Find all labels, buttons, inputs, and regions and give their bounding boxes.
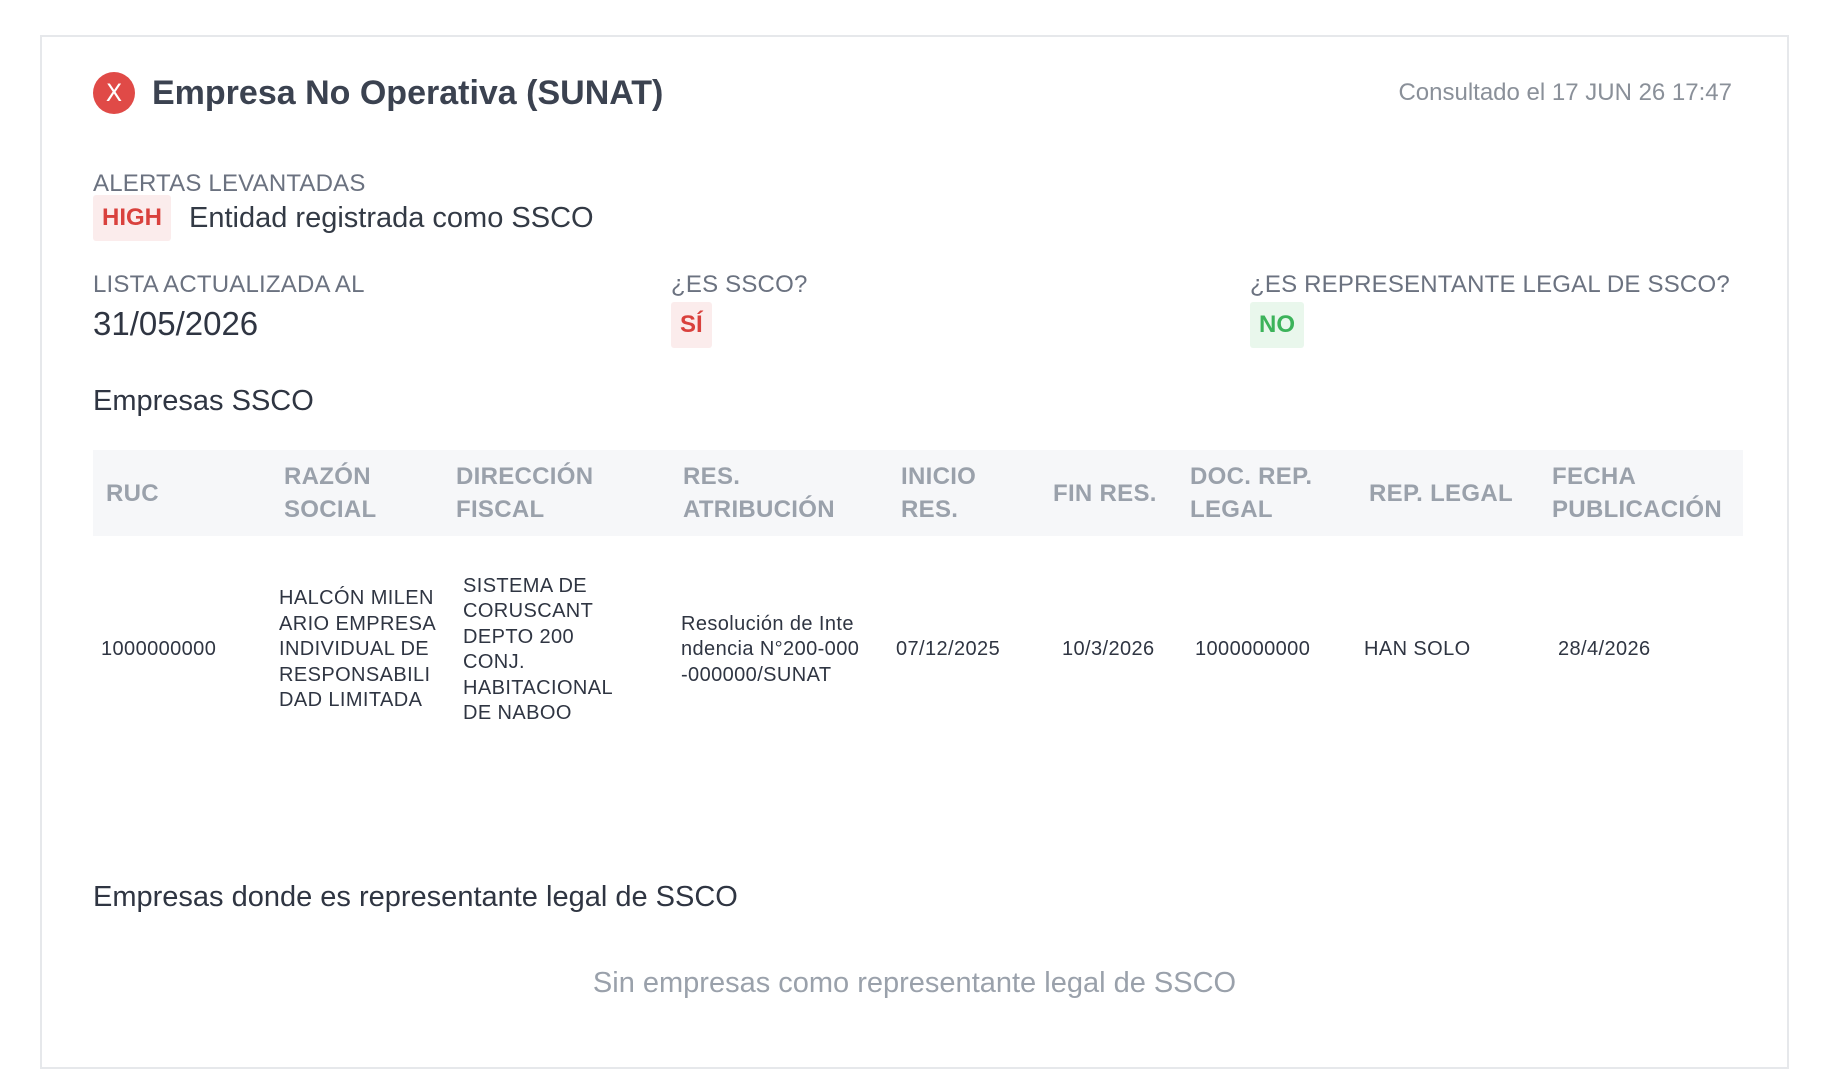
x-circle-icon: X [93, 72, 135, 114]
list-updated-value: 31/05/2026 [93, 305, 259, 342]
table-header: RUC RAZÓN SOCIAL DIRECCIÓN FISCAL RES. A… [93, 450, 1743, 536]
column-header-ruc: RUC [106, 479, 159, 507]
column-header-razon-social: RAZÓN SOCIAL [284, 463, 377, 523]
ssco-companies-title: Empresas SSCO [93, 385, 314, 417]
severity-badge: HIGH [93, 195, 171, 241]
is-rep-label: ¿ES REPRESENTANTE LEGAL DE SSCO? [1250, 271, 1730, 298]
cell-direccion-fiscal: SISTEMA DE CORUSCANT DEPTO 200 CONJ. HAB… [463, 574, 613, 725]
is-rep-badge: NO [1250, 302, 1304, 348]
column-header-doc-rep-legal: DOC. REP. LEGAL [1190, 463, 1313, 523]
cell-inicio-res: 07/12/2025 [896, 638, 1001, 661]
card-title: Empresa No Operativa (SUNAT) [152, 73, 664, 112]
cell-fecha-publicacion: 28/4/2026 [1558, 638, 1651, 661]
alert-item: HIGH Entidad registrada como SSCO [93, 195, 594, 241]
rep-companies-title: Empresas donde es representante legal de… [93, 881, 738, 913]
sunat-result-card: X Empresa No Operativa (SUNAT) Consultad… [40, 35, 1789, 1069]
cell-ruc: 1000000000 [101, 638, 217, 661]
alert-text: Entidad registrada como SSCO [189, 201, 594, 234]
column-header-res-atribucion: RES. ATRIBUCIÓN [683, 463, 835, 523]
is-rep-field: NO [1250, 302, 1304, 348]
ssco-companies-table: RUC RAZÓN SOCIAL DIRECCIÓN FISCAL RES. A… [93, 450, 1743, 744]
alerts-label: ALERTAS LEVANTADAS [93, 170, 366, 197]
empty-state-message: Sin empresas como representante legal de… [592, 967, 1237, 999]
cell-razon-social: HALCÓN MILENARIO EMPRESA INDIVIDUAL DE R… [279, 587, 435, 712]
cell-rep-legal: HAN SOLO [1364, 638, 1471, 661]
list-updated-label: LISTA ACTUALIZADA AL [93, 271, 365, 298]
cell-fin-res: 10/3/2026 [1062, 638, 1155, 661]
cell-res-atribucion: Resolución de Intendencia N°200-000-0000… [681, 612, 860, 686]
is-ssco-badge: SÍ [671, 302, 712, 348]
cell-doc-rep-legal: 1000000000 [1195, 638, 1311, 661]
is-ssco-label: ¿ES SSCO? [671, 271, 808, 298]
column-header-rep-legal: REP. LEGAL [1369, 479, 1513, 507]
is-ssco-field: SÍ [671, 302, 712, 348]
column-header-direccion-fiscal: DIRECCIÓN FISCAL [456, 463, 594, 523]
column-header-fin-res: FIN RES. [1053, 479, 1157, 507]
table-row: 1000000000 HALCÓN MILENARIO EMPRESA INDI… [93, 556, 1743, 744]
consulted-timestamp: Consultado el 17 JUN 26 17:47 [1398, 79, 1732, 106]
card-header: X Empresa No Operativa (SUNAT) Consultad… [93, 71, 1736, 115]
column-header-inicio-res: INICIO RES. [901, 463, 977, 523]
column-header-fecha-publicacion: FECHA PUBLICACIÓN [1552, 463, 1722, 523]
